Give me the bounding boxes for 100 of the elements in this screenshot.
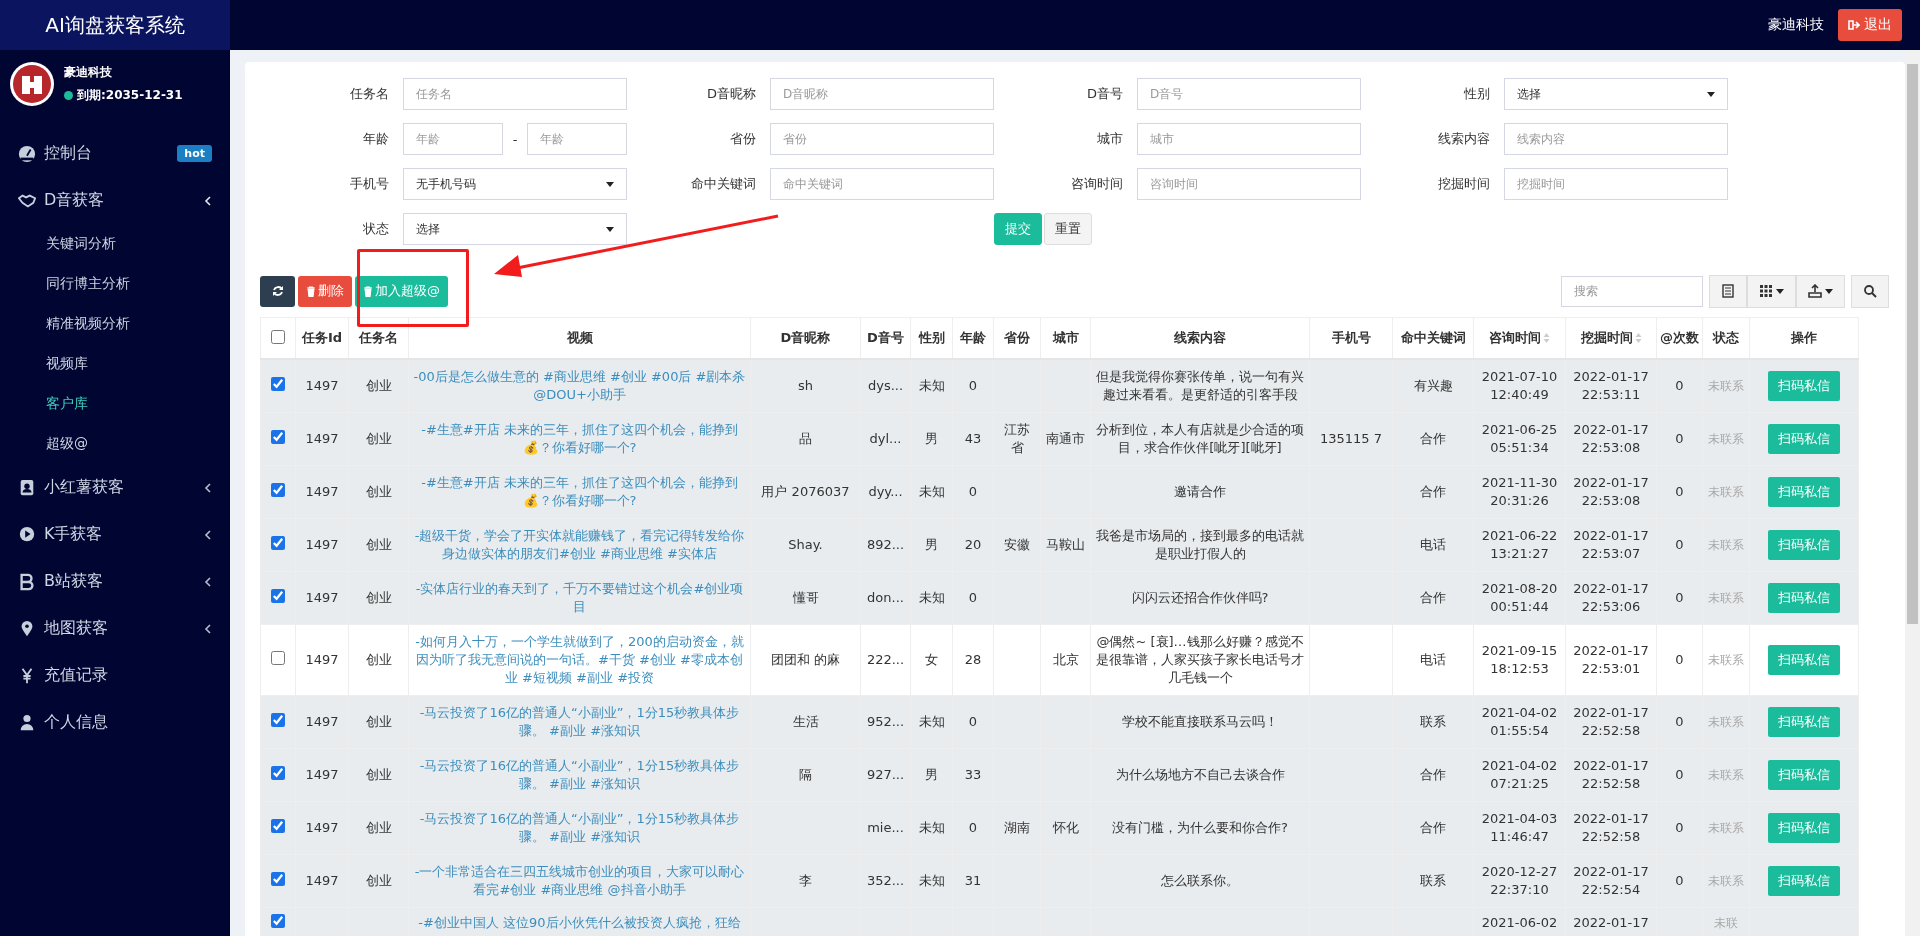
list-view-icon bbox=[1721, 284, 1735, 298]
input-field[interactable]: 挖掘时间 bbox=[1504, 168, 1728, 200]
scrollbar[interactable] bbox=[1905, 50, 1920, 936]
submenu-item[interactable]: 关键词分析 bbox=[0, 224, 230, 264]
table-cell: dyy... bbox=[860, 465, 911, 519]
search-button[interactable] bbox=[1851, 274, 1889, 308]
status-cell: 未联系 bbox=[1702, 571, 1750, 625]
reset-button[interactable]: 重置 bbox=[1044, 213, 1092, 245]
nav-item[interactable]: 地图获客 bbox=[0, 605, 230, 652]
row-checkbox[interactable] bbox=[271, 482, 285, 497]
select-field[interactable]: 选择 bbox=[403, 213, 627, 245]
table-cell: 分析到位，本人有店就是少合适的项目，求合作伙伴[呲牙][呲牙] bbox=[1090, 412, 1310, 466]
field-label: 咨询时间 bbox=[1070, 175, 1124, 193]
grid-button[interactable] bbox=[1747, 274, 1796, 308]
table-cell: 0 bbox=[952, 801, 994, 855]
row-checkbox[interactable] bbox=[271, 650, 285, 665]
play-icon bbox=[18, 525, 36, 544]
list-button[interactable] bbox=[1709, 274, 1747, 308]
add-button[interactable]: 加入超级@ bbox=[355, 275, 448, 307]
input-field[interactable]: D音昵称 bbox=[770, 78, 994, 110]
table-cell: 20 bbox=[952, 518, 994, 572]
input-field[interactable]: 城市 bbox=[1137, 123, 1361, 155]
nav-item[interactable]: 控制台 hot bbox=[0, 130, 230, 177]
column-header: 年龄 bbox=[952, 317, 994, 359]
row-checkbox[interactable] bbox=[271, 712, 285, 727]
submenu-item[interactable]: 超级@ bbox=[0, 424, 230, 464]
table-cell: Shay. bbox=[750, 518, 861, 572]
scan-message-button[interactable]: 扫码私信 bbox=[1768, 760, 1840, 790]
delete-button[interactable]: 删除 bbox=[298, 275, 352, 307]
scan-message-button[interactable]: 扫码私信 bbox=[1768, 530, 1840, 560]
table-cell: 电话 bbox=[1392, 518, 1474, 572]
row-checkbox[interactable] bbox=[271, 588, 285, 603]
logout-button[interactable]: 退出 bbox=[1838, 9, 1902, 41]
nav-item[interactable]: B站获客 bbox=[0, 558, 230, 605]
scan-message-button[interactable]: 扫码私信 bbox=[1768, 424, 1840, 454]
row-checkbox[interactable] bbox=[271, 765, 285, 780]
table-cell: 1497 bbox=[295, 624, 349, 696]
row-checkbox[interactable] bbox=[271, 535, 285, 550]
submenu-item[interactable]: 客户库 bbox=[0, 384, 230, 424]
table-cell: 1497 bbox=[295, 571, 349, 625]
table-cell: 1497 bbox=[295, 695, 349, 749]
status-cell: 未联系 bbox=[1702, 854, 1750, 908]
table-cell: 2021-06-02 bbox=[1473, 907, 1566, 936]
select-field[interactable]: 选择 bbox=[1504, 78, 1728, 110]
expiry-date: 到期:2035-12-31 bbox=[77, 87, 183, 104]
scan-message-button[interactable]: 扫码私信 bbox=[1768, 477, 1840, 507]
row-checkbox[interactable] bbox=[271, 914, 285, 928]
row-checkbox[interactable] bbox=[271, 429, 285, 444]
row-checkbox[interactable] bbox=[271, 818, 285, 833]
table-cell: 0 bbox=[952, 465, 994, 519]
nav-item[interactable]: D音获客 bbox=[0, 177, 230, 224]
table-cell: 2022-01-17 22:52:58 bbox=[1565, 801, 1657, 855]
table-cell: 创业 bbox=[348, 359, 409, 413]
nav-item[interactable]: 充值记录 bbox=[0, 652, 230, 699]
nav-item[interactable]: K手获客 bbox=[0, 511, 230, 558]
table-cell: 创业 bbox=[348, 748, 409, 802]
table-cell: 合作 bbox=[1392, 465, 1474, 519]
submenu-item[interactable]: 视频库 bbox=[0, 344, 230, 384]
refresh-button[interactable] bbox=[260, 275, 295, 307]
scan-message-button[interactable]: 扫码私信 bbox=[1768, 707, 1840, 737]
select-all-checkbox[interactable] bbox=[271, 329, 285, 344]
status-cell: 未联系 bbox=[1702, 412, 1750, 466]
caret-icon bbox=[1707, 91, 1715, 97]
column-header: 状态 bbox=[1702, 317, 1750, 359]
input-field[interactable]: 省份 bbox=[770, 123, 994, 155]
input-field[interactable]: D音号 bbox=[1137, 78, 1361, 110]
table-cell: don... bbox=[860, 571, 911, 625]
nav-item[interactable]: 个人信息 bbox=[0, 699, 230, 746]
row-checkbox[interactable] bbox=[271, 871, 285, 886]
input-field[interactable]: 咨询时间 bbox=[1137, 168, 1361, 200]
submenu-item[interactable]: 同行博主分析 bbox=[0, 264, 230, 304]
input-field[interactable]: 年龄 bbox=[403, 123, 503, 155]
table-cell: 0 bbox=[1656, 359, 1703, 413]
submenu-item[interactable]: 精准视频分析 bbox=[0, 304, 230, 344]
table-cell: dyl... bbox=[860, 412, 911, 466]
table-cell: 0 bbox=[1656, 571, 1703, 625]
input-field[interactable]: 命中关键词 bbox=[770, 168, 994, 200]
table-cell: 合作 bbox=[1392, 801, 1474, 855]
export-button[interactable] bbox=[1796, 274, 1845, 308]
table-cell: 2021-04-03 11:46:47 bbox=[1473, 801, 1566, 855]
nav-item[interactable]: 小红薯获客 bbox=[0, 464, 230, 511]
scan-message-button[interactable]: 扫码私信 bbox=[1768, 645, 1840, 675]
input-field[interactable]: 年龄 bbox=[527, 123, 627, 155]
company-name: 豪迪科技 bbox=[64, 64, 112, 81]
table-cell: 2021-04-02 07:21:25 bbox=[1473, 748, 1566, 802]
column-header: 城市 bbox=[1040, 317, 1091, 359]
search-field[interactable]: 搜索 bbox=[1561, 275, 1703, 307]
scan-message-button[interactable]: 扫码私信 bbox=[1768, 866, 1840, 896]
input-field[interactable]: 任务名 bbox=[403, 78, 627, 110]
table-cell: 创业 bbox=[348, 465, 409, 519]
select-field[interactable]: 无手机号码 bbox=[403, 168, 627, 200]
row-checkbox[interactable] bbox=[271, 376, 285, 391]
scan-message-button[interactable]: 扫码私信 bbox=[1768, 583, 1840, 613]
scan-message-button[interactable]: 扫码私信 bbox=[1768, 813, 1840, 843]
scan-message-button[interactable]: 扫码私信 bbox=[1768, 371, 1840, 401]
input-field[interactable]: 线索内容 bbox=[1504, 123, 1728, 155]
field-label: 手机号 bbox=[349, 175, 390, 193]
field-label: 任务名 bbox=[349, 85, 390, 103]
submit-button[interactable]: 提交 bbox=[994, 213, 1042, 245]
table-cell: 2022-01-17 22:53:07 bbox=[1565, 518, 1657, 572]
